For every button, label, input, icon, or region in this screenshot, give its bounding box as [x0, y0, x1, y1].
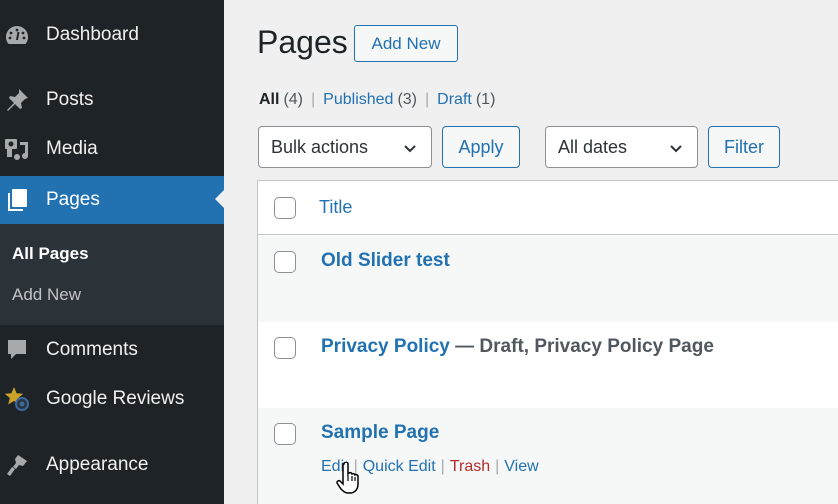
main-content: Pages Add New All (4) | Published (3) | …: [224, 0, 838, 504]
table-row: Privacy Policy — Draft, Privacy Policy P…: [258, 322, 838, 408]
separator: |: [311, 91, 316, 108]
table-header: Title: [258, 181, 838, 235]
sidebar-item-label: Pages: [46, 189, 100, 210]
chevron-down-icon: [669, 140, 683, 161]
hand-cursor-icon: [336, 461, 362, 499]
separator: |: [425, 91, 430, 108]
pin-icon: [0, 77, 40, 123]
chevron-down-icon: [403, 140, 417, 161]
row-title-text[interactable]: Privacy Policy: [321, 336, 450, 357]
separator: |: [440, 458, 445, 475]
star-icon: [0, 376, 40, 422]
sidebar-item-appearance[interactable]: Appearance: [0, 442, 224, 488]
sidebar-item-label: Appearance: [46, 454, 149, 475]
submenu-all-pages[interactable]: All Pages: [12, 244, 89, 264]
paintbrush-icon: [0, 442, 40, 488]
dates-filter-value: All dates: [558, 136, 628, 157]
sidebar-item-google-reviews[interactable]: Google Reviews: [0, 376, 224, 422]
comment-icon: [0, 327, 40, 373]
sidebar-item-label: Dashboard: [46, 24, 139, 45]
sidebar-item-comments[interactable]: Comments: [0, 327, 224, 373]
pages-submenu: All Pages Add New: [0, 224, 224, 325]
view-published-count: (3): [397, 91, 418, 108]
view-link[interactable]: View: [504, 458, 538, 476]
trash-link[interactable]: Trash: [450, 458, 490, 476]
view-draft-link[interactable]: Draft: [437, 91, 472, 109]
row-checkbox[interactable]: [274, 251, 296, 273]
row-title-link[interactable]: Sample Page: [321, 422, 439, 444]
separator: |: [495, 458, 500, 475]
media-icon: [0, 126, 40, 172]
submenu-add-new[interactable]: Add New: [12, 285, 81, 305]
view-all-link[interactable]: All: [259, 91, 279, 109]
bulk-actions-value: Bulk actions: [271, 136, 369, 157]
row-checkbox[interactable]: [274, 423, 296, 445]
bulk-actions-select[interactable]: Bulk actions: [258, 126, 432, 168]
quick-edit-link[interactable]: Quick Edit: [363, 458, 436, 476]
sidebar-item-label: Comments: [46, 339, 138, 360]
view-published-link[interactable]: Published: [323, 91, 393, 109]
sidebar-item-posts[interactable]: Posts: [0, 77, 224, 123]
row-checkbox[interactable]: [274, 337, 296, 359]
sidebar-item-media[interactable]: Media: [0, 126, 224, 172]
row-title-link[interactable]: Old Slider test: [321, 250, 450, 272]
sidebar-item-label: Google Reviews: [46, 388, 185, 409]
sidebar-item-dashboard[interactable]: Dashboard: [0, 12, 224, 58]
pages-table: Title Old Slider test Privacy Policy — D…: [257, 180, 838, 504]
table-row: Old Slider test: [258, 236, 838, 322]
page-title: Pages: [257, 24, 348, 60]
view-all-count: (4): [283, 91, 304, 108]
filter-button[interactable]: Filter: [708, 126, 780, 168]
status-filter-links: All (4) | Published (3) | Draft (1): [259, 91, 495, 109]
view-draft-count: (1): [475, 91, 496, 108]
sidebar-item-label: Media: [46, 138, 98, 159]
add-new-button[interactable]: Add New: [354, 25, 458, 62]
post-state: — Draft, Privacy Policy Page: [449, 336, 714, 357]
select-all-checkbox[interactable]: [274, 197, 296, 219]
sidebar-item-label: Posts: [46, 89, 94, 110]
admin-sidebar: Dashboard Posts Media Pages All Pages Ad…: [0, 0, 224, 504]
dates-filter-select[interactable]: All dates: [545, 126, 698, 168]
row-title-link[interactable]: Privacy Policy — Draft, Privacy Policy P…: [321, 336, 714, 358]
column-header-title[interactable]: Title: [319, 197, 352, 218]
apply-button[interactable]: Apply: [442, 126, 520, 168]
dashboard-icon: [0, 12, 40, 58]
pages-icon: [0, 177, 40, 223]
sidebar-item-pages[interactable]: Pages: [0, 176, 224, 224]
